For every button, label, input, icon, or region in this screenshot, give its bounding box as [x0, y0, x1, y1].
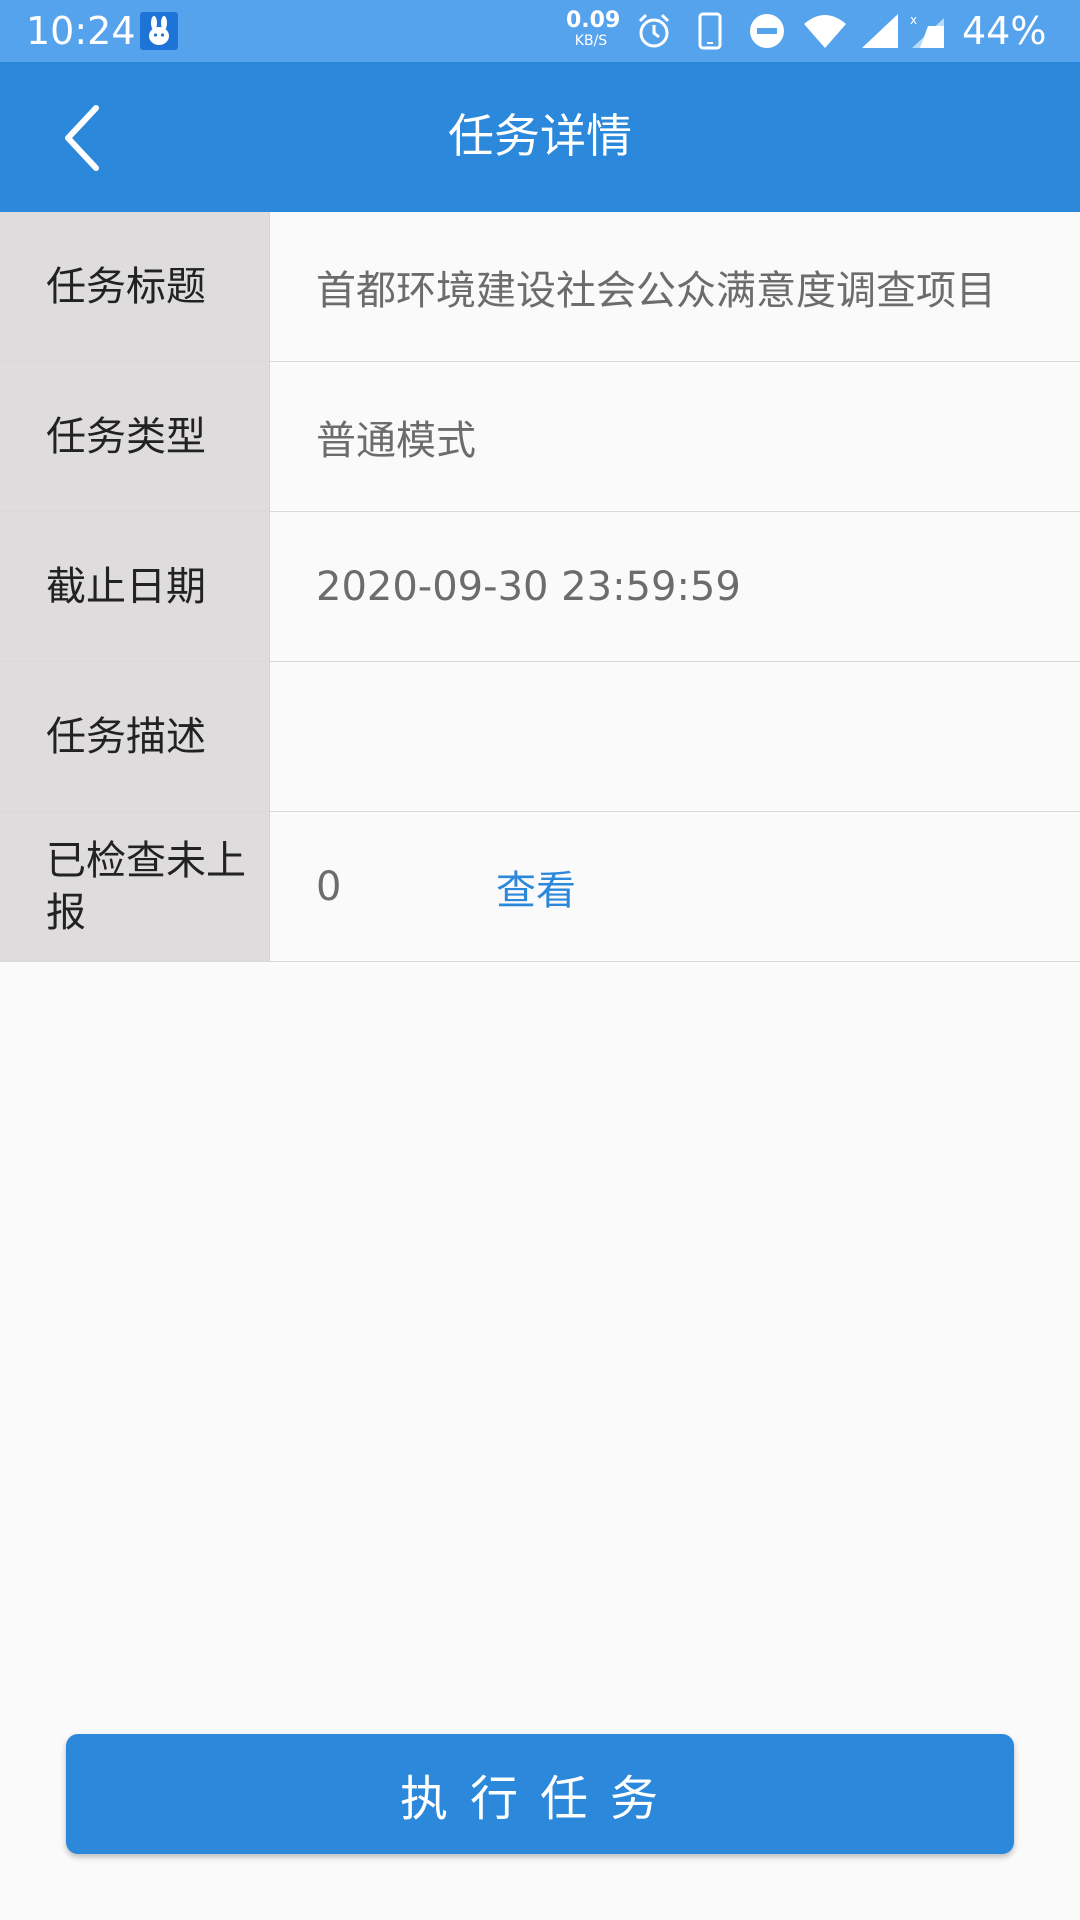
network-speed-value: 0.09 — [566, 8, 621, 33]
battery-level: 44% — [962, 9, 1047, 53]
view-link[interactable]: 查看 — [496, 812, 576, 961]
task-details: 任务标题 首都环境建设社会公众满意度调查项目 任务类型 普通模式 截止日期 20… — [0, 212, 1080, 962]
page-title: 任务详情 — [448, 109, 632, 163]
network-speed-unit: KB/S — [574, 33, 608, 49]
detail-row-unreported: 已检查未上报 0 查看 — [0, 812, 1080, 962]
dnd-icon — [748, 12, 786, 54]
alarm-icon — [636, 12, 672, 54]
signal-icon — [860, 12, 900, 54]
detail-value: 2020-09-30 23:59:59 — [316, 563, 741, 610]
detail-row-description: 任务描述 — [0, 662, 1080, 812]
detail-label: 已检查未上报 — [0, 812, 270, 961]
app-header: 任务详情 — [0, 62, 1080, 212]
network-speed: 0.09 KB/S — [566, 8, 621, 49]
detail-value: 首都环境建设社会公众满意度调查项目 — [316, 267, 996, 314]
status-bar: 10:24 0.09 KB/S x 44% — [0, 0, 1080, 62]
detail-row-title: 任务标题 首都环境建设社会公众满意度调查项目 — [0, 212, 1080, 362]
phone-icon — [698, 12, 722, 54]
wifi-icon — [802, 12, 848, 54]
detail-label: 截止日期 — [0, 512, 270, 661]
svg-text:x: x — [910, 13, 917, 27]
detail-value — [316, 662, 1040, 811]
detail-label: 任务标题 — [0, 212, 270, 361]
execute-task-button[interactable]: 执行任务 — [66, 1734, 1014, 1854]
detail-row-deadline: 截止日期 2020-09-30 23:59:59 — [0, 512, 1080, 662]
detail-row-type: 任务类型 普通模式 — [0, 362, 1080, 512]
app-bunny-icon — [140, 12, 178, 50]
status-time: 10:24 — [26, 9, 136, 53]
detail-label: 任务描述 — [0, 662, 270, 811]
signal-x-icon: x — [906, 12, 946, 54]
detail-value: 普通模式 — [316, 417, 476, 464]
detail-label: 任务类型 — [0, 362, 270, 511]
unreported-count: 0 — [316, 863, 342, 910]
